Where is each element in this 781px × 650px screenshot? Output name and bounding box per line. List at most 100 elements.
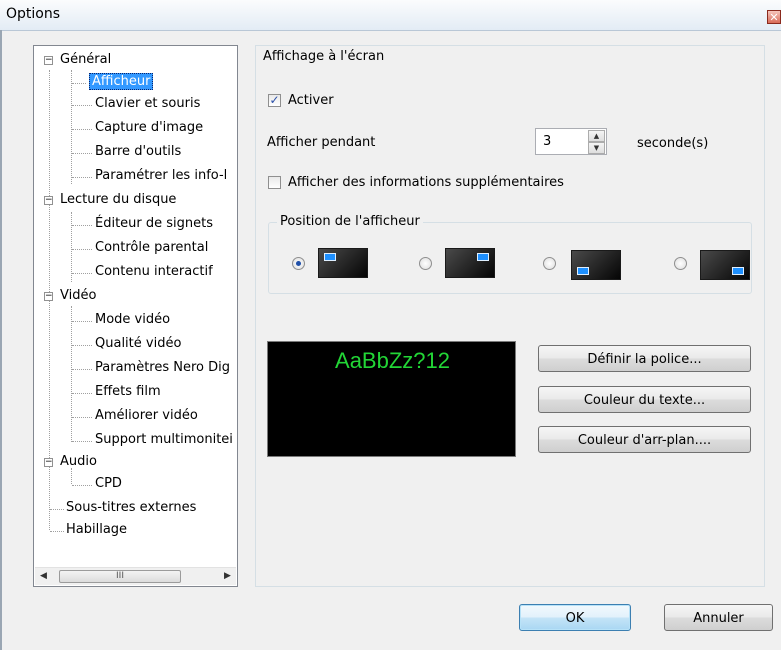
font-preview: AaBbZz?12	[267, 341, 516, 457]
tree-item-label: Éditeur de signets	[95, 216, 214, 231]
screen-bottom-left-icon[interactable]	[571, 250, 621, 280]
collapse-icon[interactable]: −	[44, 292, 53, 301]
tree-connector	[72, 417, 92, 418]
osd-marker	[477, 253, 489, 261]
tree-item-label: Clavier et souris	[95, 96, 201, 111]
tree-item-label: Effets film	[95, 384, 161, 399]
tree-item-cpd[interactable]: CPD	[95, 474, 122, 494]
preview-sample-text: AaBbZz?12	[335, 348, 450, 373]
tree-item-barre-outils[interactable]: Barre d'outils	[95, 142, 181, 162]
position-top-left-radio[interactable]	[292, 257, 305, 270]
tree-item-controle-parental[interactable]: Contrôle parental	[95, 238, 208, 258]
tree-connector	[72, 273, 92, 274]
tree-item-label: Contrôle parental	[95, 240, 209, 255]
collapse-icon[interactable]: −	[44, 196, 53, 205]
tree-connector	[72, 83, 86, 84]
collapse-icon[interactable]: −	[44, 56, 53, 65]
scroll-right-icon[interactable]: ▶	[219, 568, 236, 585]
duration-value: 3	[543, 134, 552, 149]
set-font-button[interactable]: Définir la police...	[538, 345, 751, 372]
tree-item-mode-video[interactable]: Mode vidéo	[95, 310, 170, 330]
options-tree[interactable]: − Général Afficheur Clavier et souris Ca…	[33, 45, 238, 587]
enable-osd-checkbox[interactable]: ✓	[268, 94, 281, 107]
position-bottom-right-radio[interactable]	[674, 257, 687, 270]
tree-connector	[50, 509, 64, 510]
screen-bottom-right-icon[interactable]	[700, 250, 750, 280]
tree-connector	[72, 177, 92, 178]
tree-item-label: Capture d'image	[95, 120, 204, 135]
tree-connector	[72, 129, 92, 130]
tree-item-habillage[interactable]: Habillage	[66, 520, 127, 540]
tree-connector	[72, 153, 92, 154]
tree-item-label: Mode vidéo	[95, 312, 171, 327]
tree-item-label: Support multimonitei	[95, 432, 233, 447]
tree-item-parametrer-info[interactable]: Paramétrer les info-l	[95, 166, 227, 186]
osd-marker	[324, 253, 336, 261]
screen-top-left-icon[interactable]	[318, 248, 368, 278]
tree-connector	[50, 531, 64, 532]
tree-connector	[72, 225, 92, 226]
osd-settings-group	[255, 45, 765, 587]
spin-up-icon[interactable]: ▲	[588, 130, 605, 142]
duration-unit: seconde(s)	[637, 136, 709, 151]
scroll-left-icon[interactable]: ◀	[35, 568, 52, 585]
tree-item-label: Habillage	[66, 522, 128, 537]
tree-item-label: Vidéo	[60, 288, 97, 303]
extra-info-label: Afficher des informations supplémentaire…	[288, 175, 564, 190]
tree-item-label: Barre d'outils	[95, 144, 182, 159]
tree-item-label: Améliorer vidéo	[95, 408, 198, 423]
tree-item-support-multimoniteur[interactable]: Support multimonitei	[95, 430, 233, 450]
collapse-icon[interactable]: −	[44, 458, 53, 467]
tree-item-afficheur[interactable]: Afficheur	[89, 72, 154, 92]
tree-item-label: Qualité vidéo	[95, 336, 182, 351]
title-bar: Options ✕	[0, 0, 781, 31]
tree-item-label: Afficheur	[89, 73, 154, 90]
text-color-button[interactable]: Couleur du texte...	[538, 386, 751, 413]
scroll-thumb[interactable]: III	[59, 570, 181, 583]
tree-item-contenu-interactif[interactable]: Contenu interactif	[95, 262, 213, 282]
tree-item-label: Audio	[60, 454, 97, 469]
tree-connector	[71, 70, 72, 184]
tree-item-clavier-souris[interactable]: Clavier et souris	[95, 94, 200, 114]
close-icon: ✕	[769, 11, 779, 24]
window-title: Options	[6, 6, 61, 22]
check-icon: ✓	[269, 93, 280, 107]
tree-connector	[72, 441, 92, 442]
tree-connector	[72, 485, 92, 486]
options-dialog: Options ✕ − Général Afficheur Clavier et…	[0, 0, 781, 650]
ok-button[interactable]: OK	[519, 604, 631, 631]
tree-item-effets-film[interactable]: Effets film	[95, 382, 161, 402]
tree-item-label: Paramétrer les info-l	[95, 168, 228, 183]
screen-top-right-icon[interactable]	[445, 248, 495, 278]
tree-connector	[72, 249, 92, 250]
duration-stepper[interactable]: 3 ▲ ▼	[535, 128, 607, 155]
tree-item-label: Lecture du disque	[60, 192, 177, 207]
tree-item-qualite-video[interactable]: Qualité vidéo	[95, 334, 181, 354]
tree-connector	[72, 105, 92, 106]
enable-osd-label: Activer	[288, 93, 334, 108]
osd-group-title: Affichage à l'écran	[260, 49, 388, 64]
tree-item-capture-image[interactable]: Capture d'image	[95, 118, 203, 138]
background-color-button[interactable]: Couleur d'arr-plan....	[538, 426, 751, 453]
spin-down-icon[interactable]: ▼	[588, 142, 605, 154]
tree-connector	[71, 306, 72, 442]
tree-item-ameliorer-video[interactable]: Améliorer vidéo	[95, 406, 198, 426]
position-top-right-radio[interactable]	[419, 257, 432, 270]
tree-item-parametres-nero[interactable]: Paramètres Nero Dig	[95, 358, 230, 378]
tree-connector	[72, 369, 92, 370]
tree-connector	[71, 212, 72, 282]
position-bottom-left-radio[interactable]	[543, 257, 556, 270]
tree-horizontal-scrollbar[interactable]: ◀ III ▶	[35, 567, 236, 585]
cancel-button[interactable]: Annuler	[664, 604, 773, 631]
tree-connector	[72, 393, 92, 394]
close-button[interactable]: ✕	[767, 10, 781, 24]
osd-marker	[577, 267, 589, 275]
osd-marker	[732, 267, 744, 275]
tree-item-label: Général	[60, 52, 112, 67]
tree-item-sous-titres[interactable]: Sous-titres externes	[66, 498, 196, 518]
tree-item-label: Paramètres Nero Dig	[95, 360, 230, 375]
window-frame	[0, 30, 2, 650]
tree-item-editeur-signets[interactable]: Éditeur de signets	[95, 214, 213, 234]
extra-info-checkbox[interactable]	[268, 176, 281, 189]
tree-connector	[72, 345, 92, 346]
